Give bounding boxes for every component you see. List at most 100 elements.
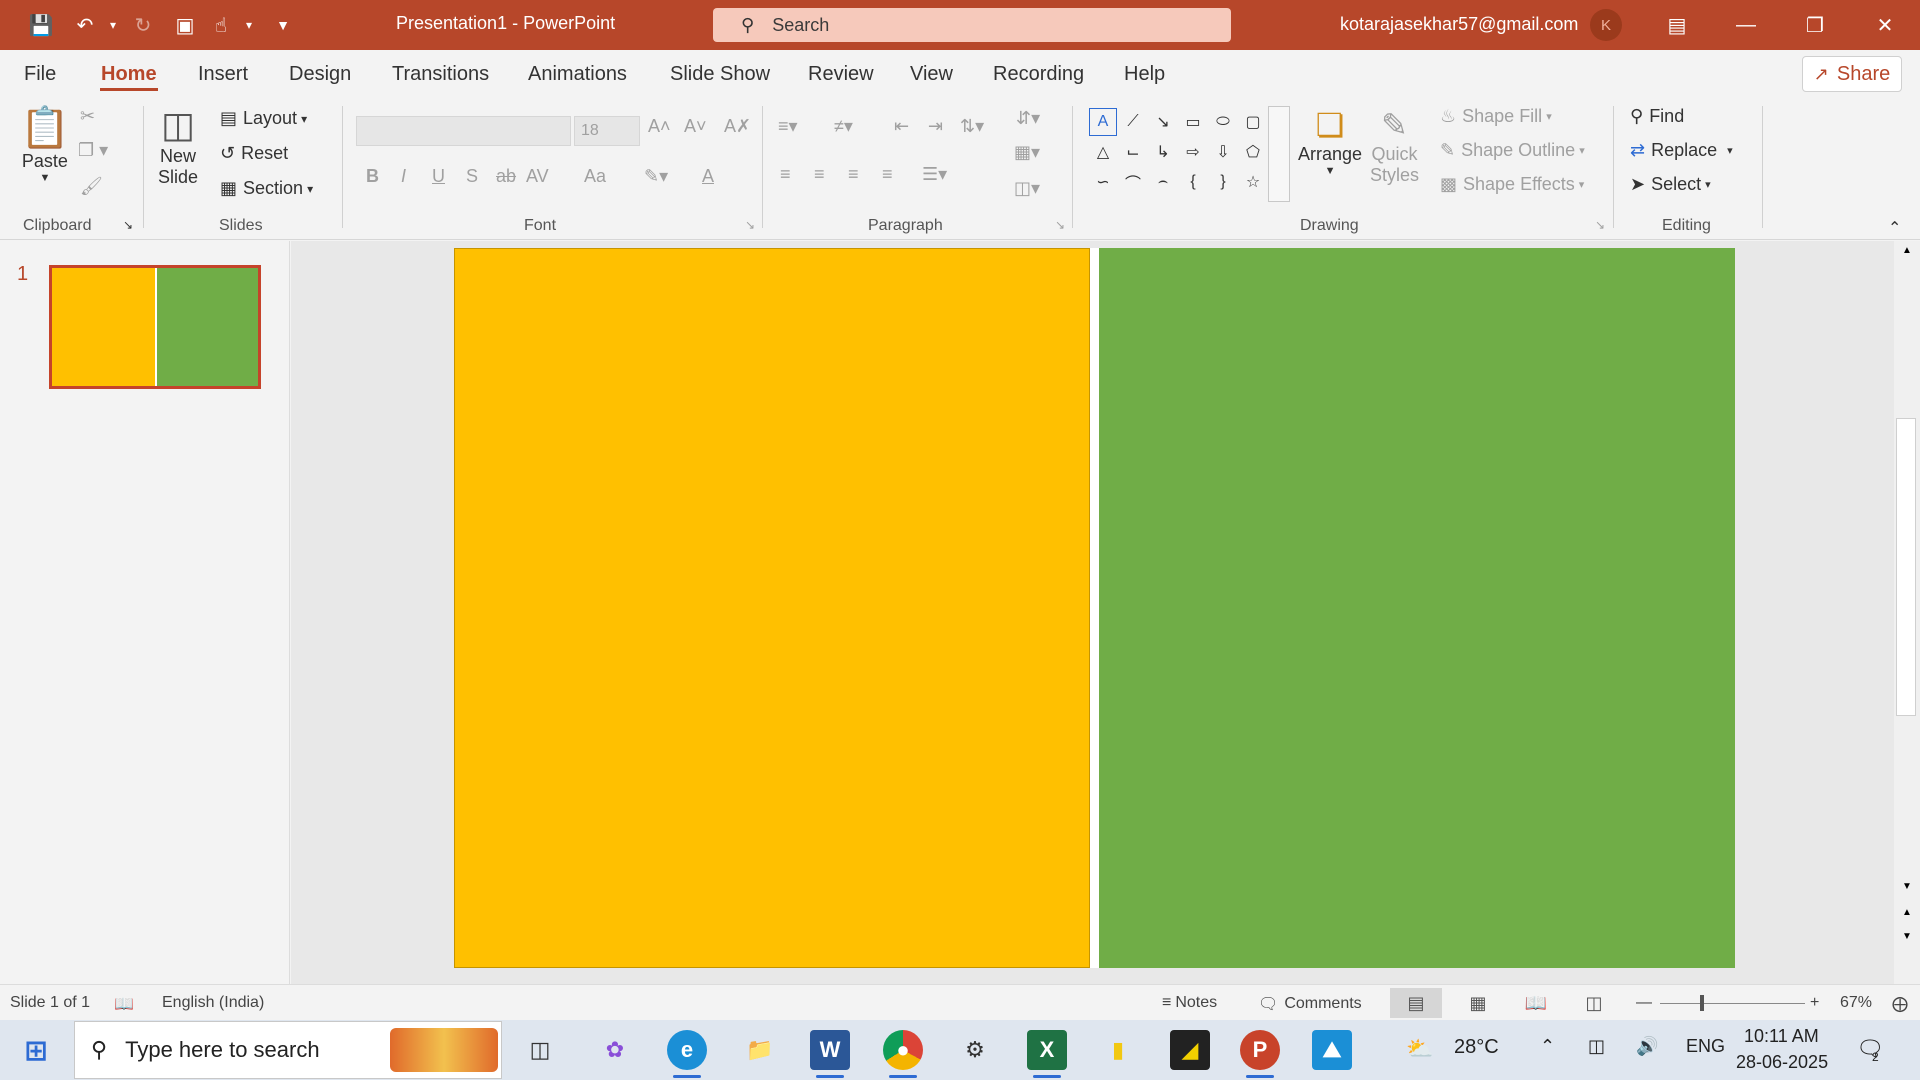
smartart-icon[interactable]: ◫▾ [1014,178,1040,199]
tab-help[interactable]: Help [1124,63,1165,86]
down-arrow-shape-icon[interactable]: ⇩ [1209,138,1237,166]
reset-button[interactable]: ↺ Reset [220,143,288,164]
numbering-icon[interactable]: ≠▾ [834,116,853,137]
green-rectangle[interactable] [1099,248,1735,968]
find-button[interactable]: ⚲ Find [1630,106,1684,127]
undo-icon[interactable]: ↶ [70,10,100,40]
weather-temp[interactable]: 28°C [1454,1036,1499,1059]
tab-transitions[interactable]: Transitions [392,63,489,86]
shapes-gallery-scroll[interactable] [1268,106,1290,202]
volume-icon[interactable]: 🔊 [1636,1036,1658,1057]
scroll-down-icon[interactable]: ▼ [1902,881,1912,892]
paragraph-launcher-icon[interactable]: ↘ [1055,218,1065,232]
star-shape-icon[interactable]: ☆ [1239,168,1267,196]
layout-button[interactable]: ▤ Layout ▾ [220,108,307,129]
curve-shape-icon[interactable]: ⌢ [1149,168,1177,196]
sticky-notes-icon[interactable]: ◢ [1170,1030,1210,1070]
highlight-icon[interactable]: ✎▾ [644,166,668,187]
avatar[interactable]: K [1590,9,1622,41]
shape-outline-button[interactable]: ✎ Shape Outline ▾ [1440,140,1585,161]
text-box-shape-icon[interactable]: A [1089,108,1117,136]
font-size-combo[interactable]: 18 [574,116,640,146]
slide-sorter-icon[interactable]: ▦ [1452,988,1504,1018]
underline-button[interactable]: U [432,166,445,187]
columns-icon[interactable]: ☰▾ [922,164,947,185]
reading-view-icon[interactable]: 📖 [1510,988,1562,1018]
oval-shape-icon[interactable]: ⬭ [1209,108,1237,136]
accessibility-icon[interactable]: 📖 [114,994,134,1014]
edge-icon[interactable]: e [667,1030,707,1078]
language-status[interactable]: English (India) [162,994,264,1012]
slide-thumbnail[interactable] [49,265,261,389]
new-slide-button[interactable]: ◫ New Slide [158,104,198,188]
decrease-indent-icon[interactable]: ⇤ [894,116,909,137]
align-center-icon[interactable]: ≡ [814,164,825,185]
fit-to-window-icon[interactable]: ⨁ [1892,994,1908,1014]
task-view-icon[interactable]: ◫ [520,1030,560,1070]
arrange-button[interactable]: ❏ Arrange ▼ [1298,106,1362,177]
slide-canvas[interactable] [454,248,1735,968]
copy-icon[interactable]: ❐ ▾ [78,140,108,161]
previous-slide-icon[interactable]: ▲ [1902,907,1912,918]
rectangle-shape-icon[interactable]: ▭ [1179,108,1207,136]
zoom-level[interactable]: 67% [1840,994,1872,1012]
shape-effects-button[interactable]: ▩ Shape Effects ▾ [1440,174,1584,195]
freeform-shape-icon[interactable]: ⬠ [1239,138,1267,166]
align-left-icon[interactable]: ≡ [780,164,791,185]
taskbar-search-input[interactable]: ⚲ Type here to search [74,1021,502,1079]
copilot-icon[interactable]: ✿ [595,1030,635,1070]
cut-icon[interactable]: ✂ [80,106,95,127]
triangle-shape-icon[interactable]: △ [1089,138,1117,166]
power-bi-icon[interactable]: ▮ [1098,1030,1138,1070]
next-slide-icon[interactable]: ▼ [1902,931,1912,942]
customize-qat-icon[interactable]: ▼ [268,10,298,40]
bold-button[interactable]: B [366,166,379,187]
input-language[interactable]: ENG [1686,1036,1725,1057]
scribble-shape-icon[interactable]: ∽ [1089,168,1117,196]
redo-icon[interactable]: ↻ [128,10,158,40]
notification-icon[interactable]: 🗨 [1856,1036,1884,1062]
normal-view-icon[interactable]: ▤ [1390,988,1442,1018]
file-explorer-icon[interactable]: 📁 [740,1030,780,1070]
section-button[interactable]: ▦ Section ▾ [220,178,313,199]
character-spacing-button[interactable]: AV [526,166,549,187]
account-email[interactable]: kotarajasekhar57@gmail.com [1340,14,1578,35]
ribbon-display-options-icon[interactable]: ▤ [1654,8,1700,42]
start-icon[interactable]: ⊞ [16,1030,56,1070]
tab-design[interactable]: Design [289,63,351,86]
show-hidden-icons[interactable]: ⌃ [1540,1036,1555,1057]
shapes-gallery[interactable]: A ⟋ ↘ ▭ ⬭ ▢ △ ⌙ ↳ ⇨ ⇩ ⬠ ∽ ⌒ ⌢ { } ☆ [1085,106,1293,206]
arrow-line-shape-icon[interactable]: ↘ [1149,108,1177,136]
italic-button[interactable]: I [401,166,406,187]
rounded-rectangle-shape-icon[interactable]: ▢ [1239,108,1267,136]
line-spacing-icon[interactable]: ⇅▾ [960,116,984,137]
touch-mode-icon[interactable]: ☝ [206,10,236,40]
increase-font-icon[interactable]: A˄ [648,116,671,137]
chrome-icon[interactable]: ● [883,1030,923,1078]
format-painter-icon[interactable]: 🖌 [80,176,103,197]
close-icon[interactable]: ✕ [1862,8,1908,42]
tab-recording[interactable]: Recording [993,63,1084,86]
settings-icon[interactable]: ⚙ [955,1030,995,1070]
clipboard-launcher-icon[interactable]: ↘ [123,218,133,232]
shape-fill-button[interactable]: ♨ Shape Fill ▾ [1440,106,1552,127]
quick-styles-button[interactable]: ✎ Quick Styles [1370,106,1419,186]
weather-icon[interactable]: ⛅ [1406,1036,1433,1062]
word-icon[interactable]: W [810,1030,850,1078]
drawing-launcher-icon[interactable]: ↘ [1595,218,1605,232]
arc-shape-icon[interactable]: ⌒ [1119,168,1147,196]
align-right-icon[interactable]: ≡ [848,164,859,185]
photos-icon[interactable]: ⛰ [1312,1030,1352,1070]
present-icon[interactable]: ▣ [170,10,200,40]
right-arrow-shape-icon[interactable]: ⇨ [1179,138,1207,166]
zoom-out-icon[interactable]: — [1636,994,1652,1012]
restore-icon[interactable]: ❐ [1792,8,1838,42]
elbow-arrow-shape-icon[interactable]: ↳ [1149,138,1177,166]
select-button[interactable]: ➤ Select ▾ [1630,174,1711,195]
collapse-ribbon-icon[interactable]: ⌃ [1888,218,1901,238]
bullets-icon[interactable]: ≡▾ [778,116,798,137]
shadow-button[interactable]: S [466,166,478,187]
decrease-font-icon[interactable]: A˅ [684,116,707,137]
battery-icon[interactable]: ◫ [1588,1036,1605,1057]
change-case-button[interactable]: Aa [584,166,606,187]
